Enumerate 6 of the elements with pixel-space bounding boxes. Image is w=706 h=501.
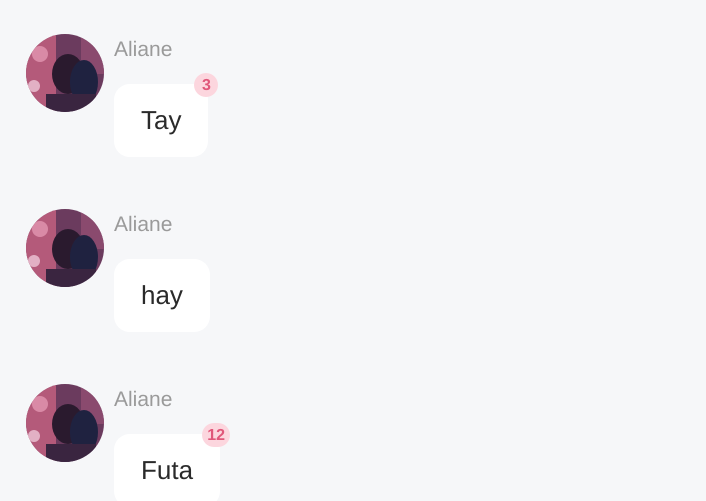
sender-name: Aliane — [114, 212, 172, 238]
unread-count-badge: 12 — [202, 423, 230, 447]
message-bubble: hay — [114, 259, 210, 332]
sender-name: Aliane — [114, 37, 172, 63]
unread-count-badge: 3 — [194, 73, 218, 97]
sender-name: Aliane — [114, 387, 172, 413]
